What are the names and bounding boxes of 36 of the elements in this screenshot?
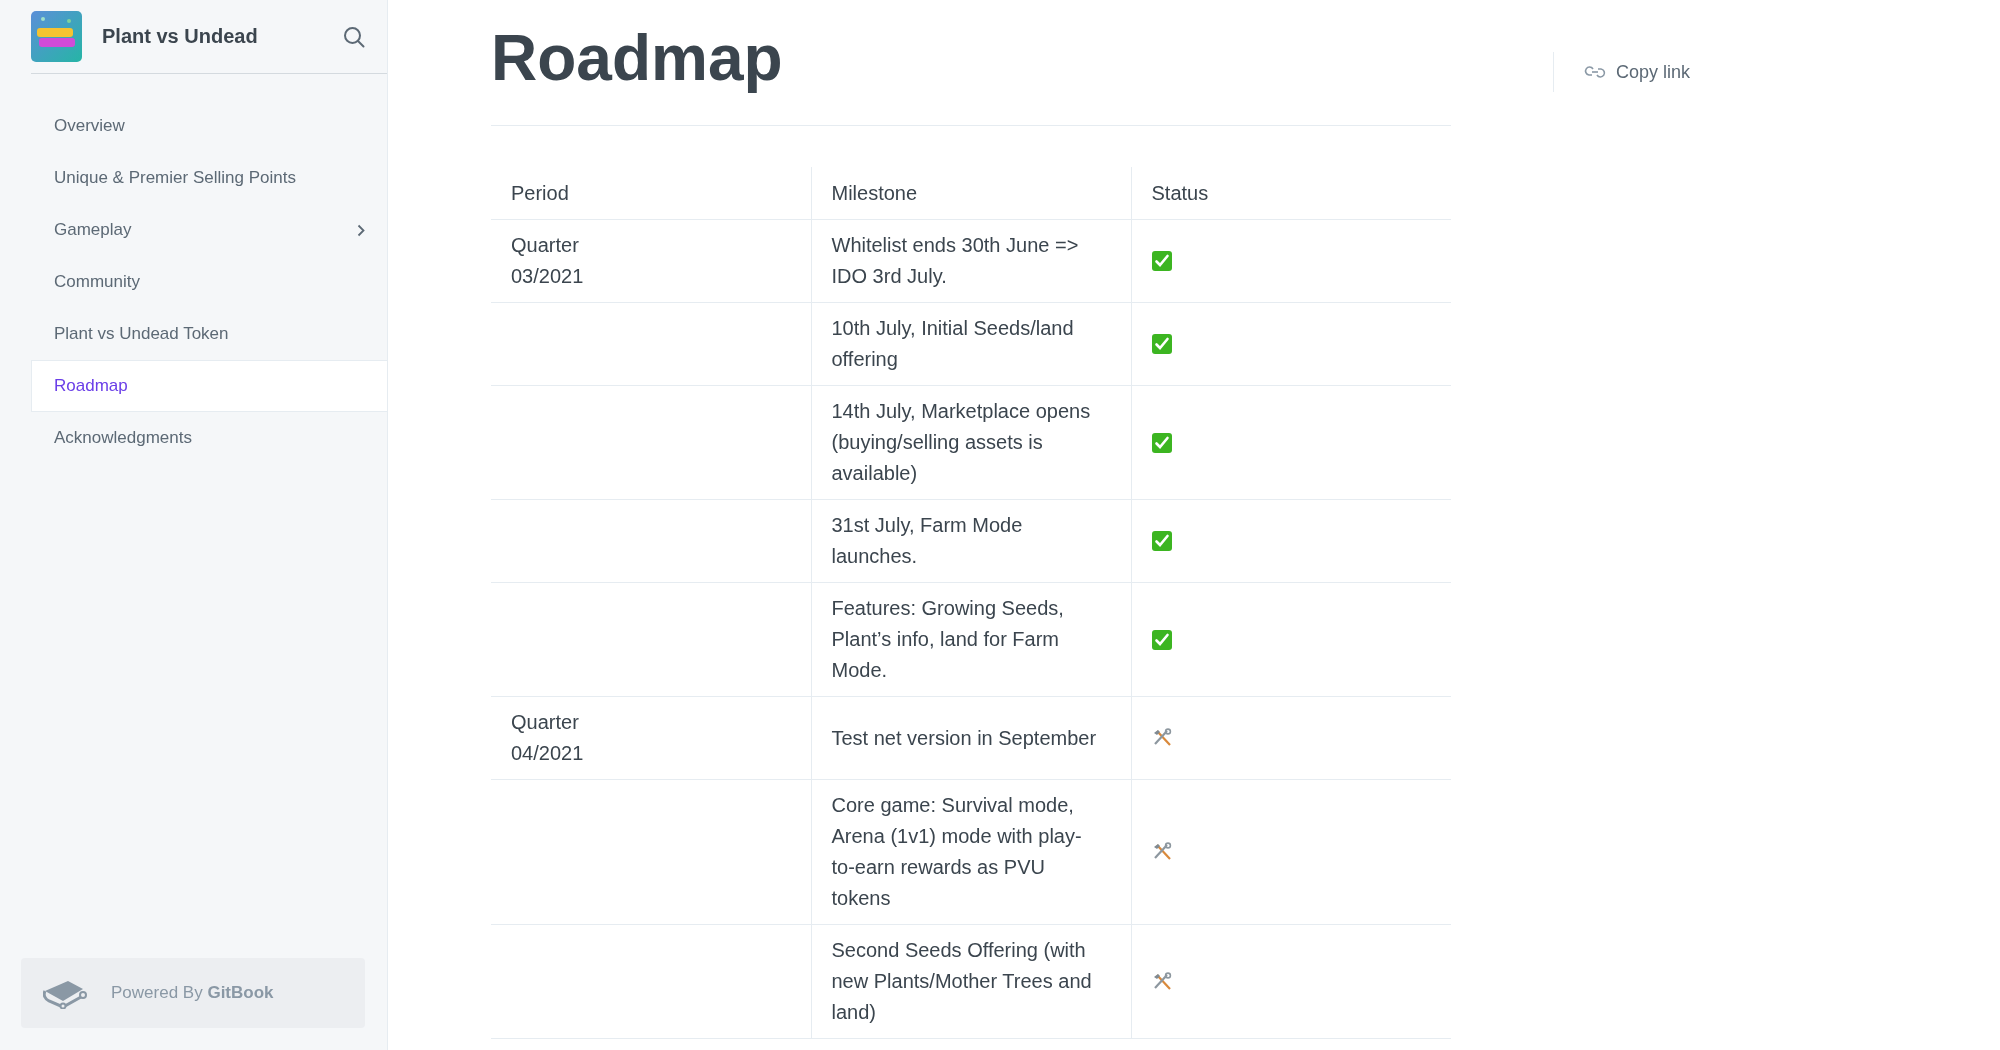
nav-item[interactable]: Overview	[31, 100, 387, 152]
table-cell: Second Seeds Offering (with new Plants/Mother Trees and land)	[811, 924, 1131, 1039]
hammer-wrench-icon	[1151, 971, 1172, 992]
table-cell: 14th July, Marketplace opens (buying/selling assets is available)	[811, 385, 1131, 500]
hammer-wrench-icon	[1151, 842, 1172, 862]
nav-item[interactable]: Gameplay	[31, 204, 387, 256]
checkmark-icon	[1151, 629, 1172, 650]
nav-item[interactable]: Acknowledgments	[31, 412, 387, 464]
site-title: Plant vs Undead	[102, 25, 259, 48]
table-cell: Whitelist ends 30th June => IDO 3rd July.	[811, 219, 1131, 303]
link-icon	[1584, 64, 1606, 80]
checkmark-icon	[1151, 251, 1172, 271]
nav-item[interactable]: Community	[31, 256, 387, 308]
chevron-right-icon[interactable]	[357, 223, 365, 237]
checkmark-icon	[1151, 531, 1172, 551]
table-cell: Features: Growing Seeds, Plant’s info, land for Farm Mode.	[811, 582, 1131, 697]
page-title: Roadmap	[491, 22, 1451, 126]
copy-link[interactable]: Copy link	[1584, 61, 1691, 83]
column-header: Status	[1131, 167, 1451, 220]
table-cell: Test net version in September	[811, 696, 1131, 780]
table-cell: Core game: Survival mode, Arena (1v1) mode with play-to-earn rewards as PVU tokens	[811, 779, 1131, 925]
search-icon[interactable]	[343, 25, 365, 48]
column-header: Milestone	[811, 167, 1131, 220]
table-cell: 10th July, Initial Seeds/land offering	[811, 302, 1131, 386]
checkmark-icon	[1151, 432, 1172, 453]
nav-item[interactable]: Plant vs Undead Token	[31, 308, 387, 360]
powered-by-text: Powered By GitBook	[111, 983, 274, 1003]
logo-icon	[31, 11, 82, 62]
table-cell: 31st July, Farm Mode launches.	[811, 499, 1131, 583]
column-header: Period	[491, 167, 811, 220]
hammer-wrench-icon	[1151, 728, 1172, 748]
nav-item[interactable]: Roadmap	[31, 360, 387, 412]
table-cell: Quarter 03/2021	[491, 219, 811, 303]
checkmark-icon	[1151, 334, 1172, 354]
nav-item[interactable]: Unique & Premier Selling Points	[31, 152, 387, 204]
table-cell: Quarter 04/2021	[491, 696, 811, 780]
